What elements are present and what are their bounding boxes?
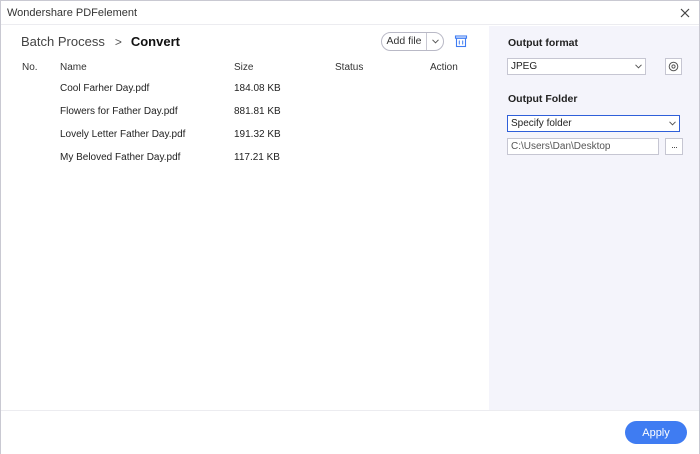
row-file-name: Flowers for Father Day.pdf bbox=[60, 106, 178, 117]
row-file-size: 117.21 KB bbox=[234, 152, 280, 163]
output-format-value: JPEG bbox=[511, 61, 538, 72]
table-row[interactable]: Flowers for Father Day.pdf 881.81 KB bbox=[1, 105, 489, 128]
output-path-field[interactable] bbox=[507, 138, 659, 155]
row-file-name: Lovely Letter Father Day.pdf bbox=[60, 129, 186, 140]
chevron-down-icon bbox=[631, 59, 645, 74]
file-list-pane: Batch Process > Convert Add file No. Nam… bbox=[1, 26, 489, 410]
row-file-name: Cool Farher Day.pdf bbox=[60, 83, 150, 94]
table-row[interactable]: Cool Farher Day.pdf 184.08 KB bbox=[1, 82, 489, 105]
format-settings-button[interactable] bbox=[665, 58, 682, 75]
close-button[interactable] bbox=[677, 5, 693, 21]
close-icon bbox=[680, 8, 690, 18]
output-folder-value: Specify folder bbox=[511, 118, 572, 129]
clear-list-button[interactable] bbox=[454, 34, 468, 48]
table-row[interactable]: Lovely Letter Father Day.pdf 191.32 KB bbox=[1, 128, 489, 151]
row-file-name: My Beloved Father Day.pdf bbox=[60, 152, 181, 163]
add-file-button[interactable]: Add file bbox=[382, 33, 426, 50]
row-file-size: 881.81 KB bbox=[234, 106, 281, 117]
add-file-split-button: Add file bbox=[381, 32, 444, 51]
title-bar: Wondershare PDFelement bbox=[1, 1, 699, 25]
column-header-size: Size bbox=[234, 62, 254, 73]
apply-button[interactable]: Apply bbox=[625, 421, 687, 444]
output-folder-label: Output Folder bbox=[508, 93, 578, 105]
output-format-label: Output format bbox=[508, 37, 578, 49]
settings-icon bbox=[668, 61, 679, 72]
column-header-no: No. bbox=[22, 62, 38, 73]
table-header: No. Name Size Status Action bbox=[1, 62, 489, 76]
table-row[interactable]: My Beloved Father Day.pdf 117.21 KB bbox=[1, 151, 489, 174]
breadcrumb-batch-process[interactable]: Batch Process bbox=[21, 34, 105, 49]
column-header-action: Action bbox=[430, 62, 458, 73]
chevron-down-icon bbox=[431, 39, 439, 44]
column-header-name: Name bbox=[60, 62, 87, 73]
add-file-dropdown-button[interactable] bbox=[427, 33, 443, 50]
output-folder-select[interactable]: Specify folder bbox=[507, 115, 680, 132]
breadcrumb-separator: > bbox=[114, 34, 122, 49]
window-title: Wondershare PDFelement bbox=[7, 7, 138, 19]
trash-icon bbox=[454, 35, 468, 48]
breadcrumb-current: Convert bbox=[130, 34, 180, 49]
breadcrumb: Batch Process > Convert bbox=[21, 34, 180, 49]
more-icon: ··· bbox=[671, 141, 678, 152]
chevron-down-icon bbox=[665, 116, 679, 131]
browse-folder-button[interactable]: ··· bbox=[665, 138, 683, 155]
app-window: Wondershare PDFelement Batch Process > C… bbox=[0, 0, 700, 454]
settings-pane: Output format JPEG Output Folder Specify… bbox=[489, 26, 699, 410]
output-format-select[interactable]: JPEG bbox=[507, 58, 646, 75]
row-file-size: 191.32 KB bbox=[234, 129, 281, 140]
column-header-status: Status bbox=[335, 62, 364, 73]
file-table-body: Cool Farher Day.pdf 184.08 KB Flowers fo… bbox=[1, 82, 489, 174]
row-file-size: 184.08 KB bbox=[234, 83, 281, 94]
footer-bar: Apply bbox=[1, 410, 699, 454]
